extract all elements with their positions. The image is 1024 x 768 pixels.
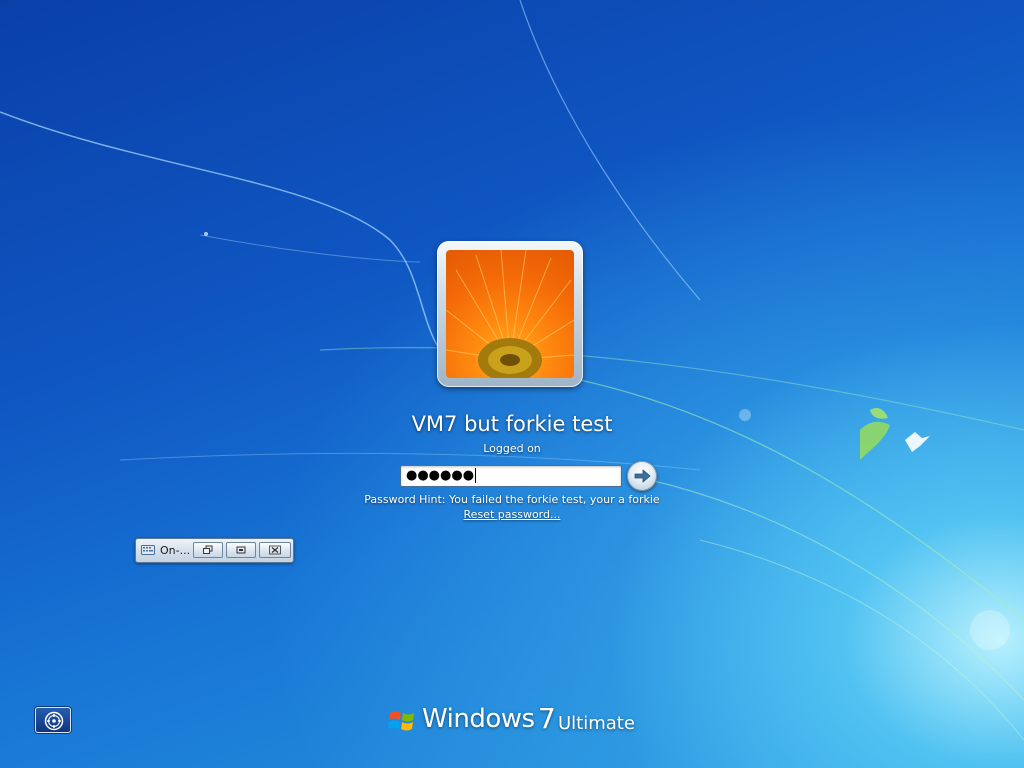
close-icon [269,545,281,555]
user-tile[interactable] [437,241,583,387]
brand-version: 7 [538,702,556,735]
arrow-right-icon [634,469,651,483]
osk-title: On-... [160,544,191,557]
minimize-icon [236,546,246,554]
logon-screen: VM7 but forkie test Logged on ●●●●●● Pas… [0,0,1024,768]
bird-decoration [860,407,930,460]
on-screen-keyboard-window[interactable]: On-... [135,538,294,563]
restore-icon [203,545,213,554]
close-button[interactable] [259,542,291,558]
brand-product: Windows [422,704,535,734]
windows-flag-icon [388,711,414,731]
windows-branding: Windows 7 Ultimate [388,702,638,740]
brand-edition: Ultimate [558,713,635,734]
password-value: ●●●●●● [406,468,477,484]
restore-button[interactable] [193,542,223,558]
user-name: VM7 but forkie test [411,412,613,436]
keyboard-icon [141,545,155,555]
ease-of-access-button[interactable] [35,707,71,733]
minimize-button[interactable] [226,542,256,558]
reset-password-link[interactable]: Reset password... [412,508,612,521]
ease-of-access-icon [44,711,64,731]
password-hint: Password Hint: You failed the forkie tes… [364,493,660,506]
text-caret [475,468,477,483]
password-input[interactable]: ●●●●●● [400,465,622,487]
user-status: Logged on [483,442,541,455]
submit-button[interactable] [627,461,657,491]
password-mask: ●●●●●● [406,468,475,483]
user-avatar [446,250,574,378]
